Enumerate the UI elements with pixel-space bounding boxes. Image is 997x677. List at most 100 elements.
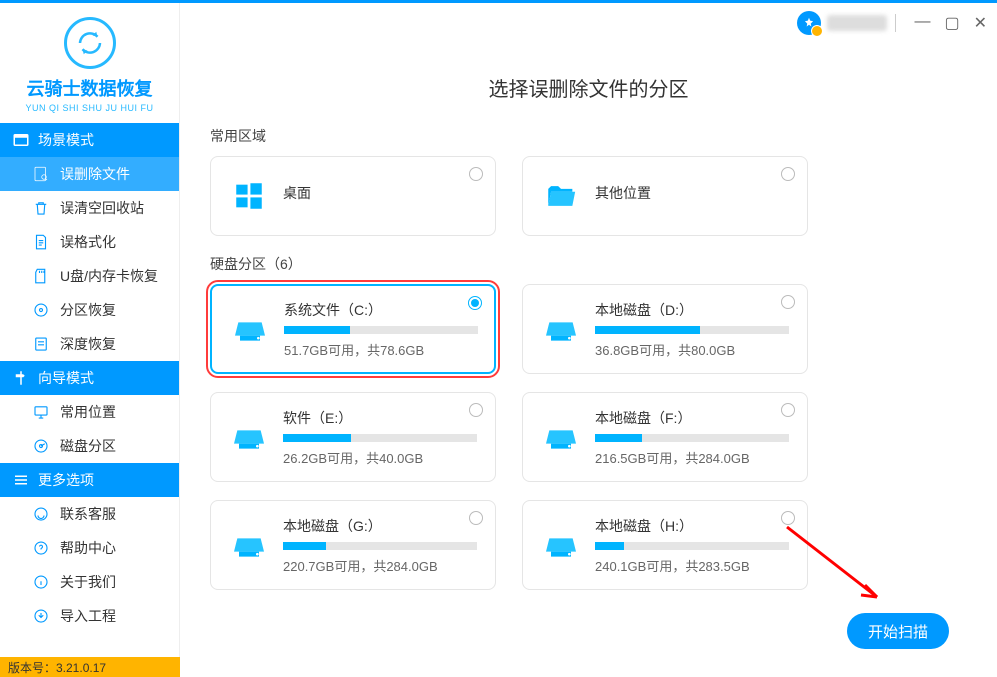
radio[interactable] <box>781 167 795 181</box>
nav-usb[interactable]: U盘/内存卡恢复 <box>0 259 179 293</box>
nav-label: 联系客服 <box>60 504 116 524</box>
version-bar: 版本号：3.21.0.17 <box>0 657 180 677</box>
section-label: 向导模式 <box>38 368 94 388</box>
partition-sub: 240.1GB可用，共283.5GB <box>595 556 791 575</box>
import-icon <box>32 607 50 625</box>
monitor-icon <box>32 403 50 421</box>
nav-label: 误格式化 <box>60 232 116 252</box>
card-desktop[interactable]: 桌面 <box>210 156 496 236</box>
section-more[interactable]: 更多选项 <box>0 463 179 497</box>
nav-partition[interactable]: 分区恢复 <box>0 293 179 327</box>
radio[interactable] <box>469 511 483 525</box>
drive-icon <box>539 417 583 457</box>
avatar <box>797 11 821 35</box>
nav-label: 常用位置 <box>60 402 116 422</box>
nav-label: 误删除文件 <box>60 164 130 184</box>
partition-d[interactable]: 本地磁盘（D:） 36.8GB可用，共80.0GB <box>522 284 808 374</box>
maximize-button[interactable]: ▢ <box>944 13 959 33</box>
info-icon <box>32 573 50 591</box>
nav-format[interactable]: 误格式化 <box>0 225 179 259</box>
partition-title: 本地磁盘（G:） <box>283 516 479 536</box>
nav-deep[interactable]: 深度恢复 <box>0 327 179 361</box>
nav-contact-support[interactable]: 联系客服 <box>0 497 179 531</box>
nav-help[interactable]: 帮助中心 <box>0 531 179 565</box>
radio[interactable] <box>468 296 482 310</box>
nav-empty-recycle[interactable]: 误清空回收站 <box>0 191 179 225</box>
nav-label: 关于我们 <box>60 572 116 592</box>
drive-icon <box>227 417 271 457</box>
usage-bar <box>595 542 624 550</box>
drive-icon <box>228 309 272 349</box>
partition-c[interactable]: 系统文件（C:） 51.7GB可用，共78.6GB <box>210 284 496 374</box>
nav-label: 磁盘分区 <box>60 436 116 456</box>
disk-icon <box>32 301 50 319</box>
nav-label: 导入工程 <box>60 606 116 626</box>
usage-bar <box>283 434 351 442</box>
usage-bar <box>284 326 350 334</box>
menu-icon <box>12 471 30 489</box>
scene-icon <box>12 131 30 149</box>
partition-sub: 26.2GB可用，共40.0GB <box>283 448 479 467</box>
signpost-icon <box>12 369 30 387</box>
card-label: 其他位置 <box>595 183 791 203</box>
help-icon <box>32 539 50 557</box>
radio[interactable] <box>469 403 483 417</box>
nav-import-project[interactable]: 导入工程 <box>0 599 179 633</box>
user-badge[interactable] <box>797 11 887 35</box>
drive-icon <box>539 309 583 349</box>
card-label: 桌面 <box>283 183 479 203</box>
partition-f[interactable]: 本地磁盘（F:） 216.5GB可用，共284.0GB <box>522 392 808 482</box>
partition-e[interactable]: 软件（E:） 26.2GB可用，共40.0GB <box>210 392 496 482</box>
drive-icon <box>227 525 271 565</box>
partition-title: 系统文件（C:） <box>284 300 478 320</box>
start-scan-button[interactable]: 开始扫描 <box>847 613 949 649</box>
radio[interactable] <box>469 167 483 181</box>
partition-sub: 220.7GB可用，共284.0GB <box>283 556 479 575</box>
section-label: 更多选项 <box>38 470 94 490</box>
app-name: 云骑士数据恢复 <box>0 75 179 101</box>
hdd-icon <box>32 437 50 455</box>
file-icon <box>32 233 50 251</box>
partition-title: 软件（E:） <box>283 408 479 428</box>
windows-icon <box>227 179 271 213</box>
minimize-button[interactable]: — <box>914 13 930 33</box>
trash-icon <box>32 199 50 217</box>
nav-label: 误清空回收站 <box>60 198 144 218</box>
radio[interactable] <box>781 403 795 417</box>
section-wizard-mode[interactable]: 向导模式 <box>0 361 179 395</box>
deep-icon <box>32 335 50 353</box>
common-area-label: 常用区域 <box>210 126 947 146</box>
nav-label: 深度恢复 <box>60 334 116 354</box>
nav-common-location[interactable]: 常用位置 <box>0 395 179 429</box>
radio[interactable] <box>781 511 795 525</box>
close-button[interactable]: ✕ <box>974 13 987 33</box>
nav-label: U盘/内存卡恢复 <box>60 266 158 286</box>
card-other-location[interactable]: 其他位置 <box>522 156 808 236</box>
nav-about[interactable]: 关于我们 <box>0 565 179 599</box>
titlebar: — ▢ ✕ <box>180 3 997 43</box>
logo: 云骑士数据恢复 YUN QI SHI SHU JU HUI FU <box>0 3 179 123</box>
partition-label: 硬盘分区（6） <box>210 254 947 274</box>
folder-open-icon <box>539 179 583 213</box>
section-label: 场景模式 <box>38 130 94 150</box>
section-scene-mode[interactable]: 场景模式 <box>0 123 179 157</box>
sidebar: 云骑士数据恢复 YUN QI SHI SHU JU HUI FU 场景模式 误删… <box>0 3 180 677</box>
sd-card-icon <box>32 267 50 285</box>
partition-grid: 系统文件（C:） 51.7GB可用，共78.6GB 本地磁盘（D:） <box>210 284 947 590</box>
radio[interactable] <box>781 295 795 309</box>
usage-bar <box>595 434 642 442</box>
nav-disk-partition[interactable]: 磁盘分区 <box>0 429 179 463</box>
headset-icon <box>32 505 50 523</box>
partition-title: 本地磁盘（F:） <box>595 408 791 428</box>
usage-bar <box>595 326 700 334</box>
file-search-icon <box>32 165 50 183</box>
usage-bar <box>283 542 326 550</box>
partition-h[interactable]: 本地磁盘（H:） 240.1GB可用，共283.5GB <box>522 500 808 590</box>
partition-sub: 36.8GB可用，共80.0GB <box>595 340 791 359</box>
partition-title: 本地磁盘（D:） <box>595 300 791 320</box>
partition-g[interactable]: 本地磁盘（G:） 220.7GB可用，共284.0GB <box>210 500 496 590</box>
nav-label: 分区恢复 <box>60 300 116 320</box>
nav-deleted-file[interactable]: 误删除文件 <box>0 157 179 191</box>
app-subname: YUN QI SHI SHU JU HUI FU <box>0 103 179 113</box>
drive-icon <box>539 525 583 565</box>
